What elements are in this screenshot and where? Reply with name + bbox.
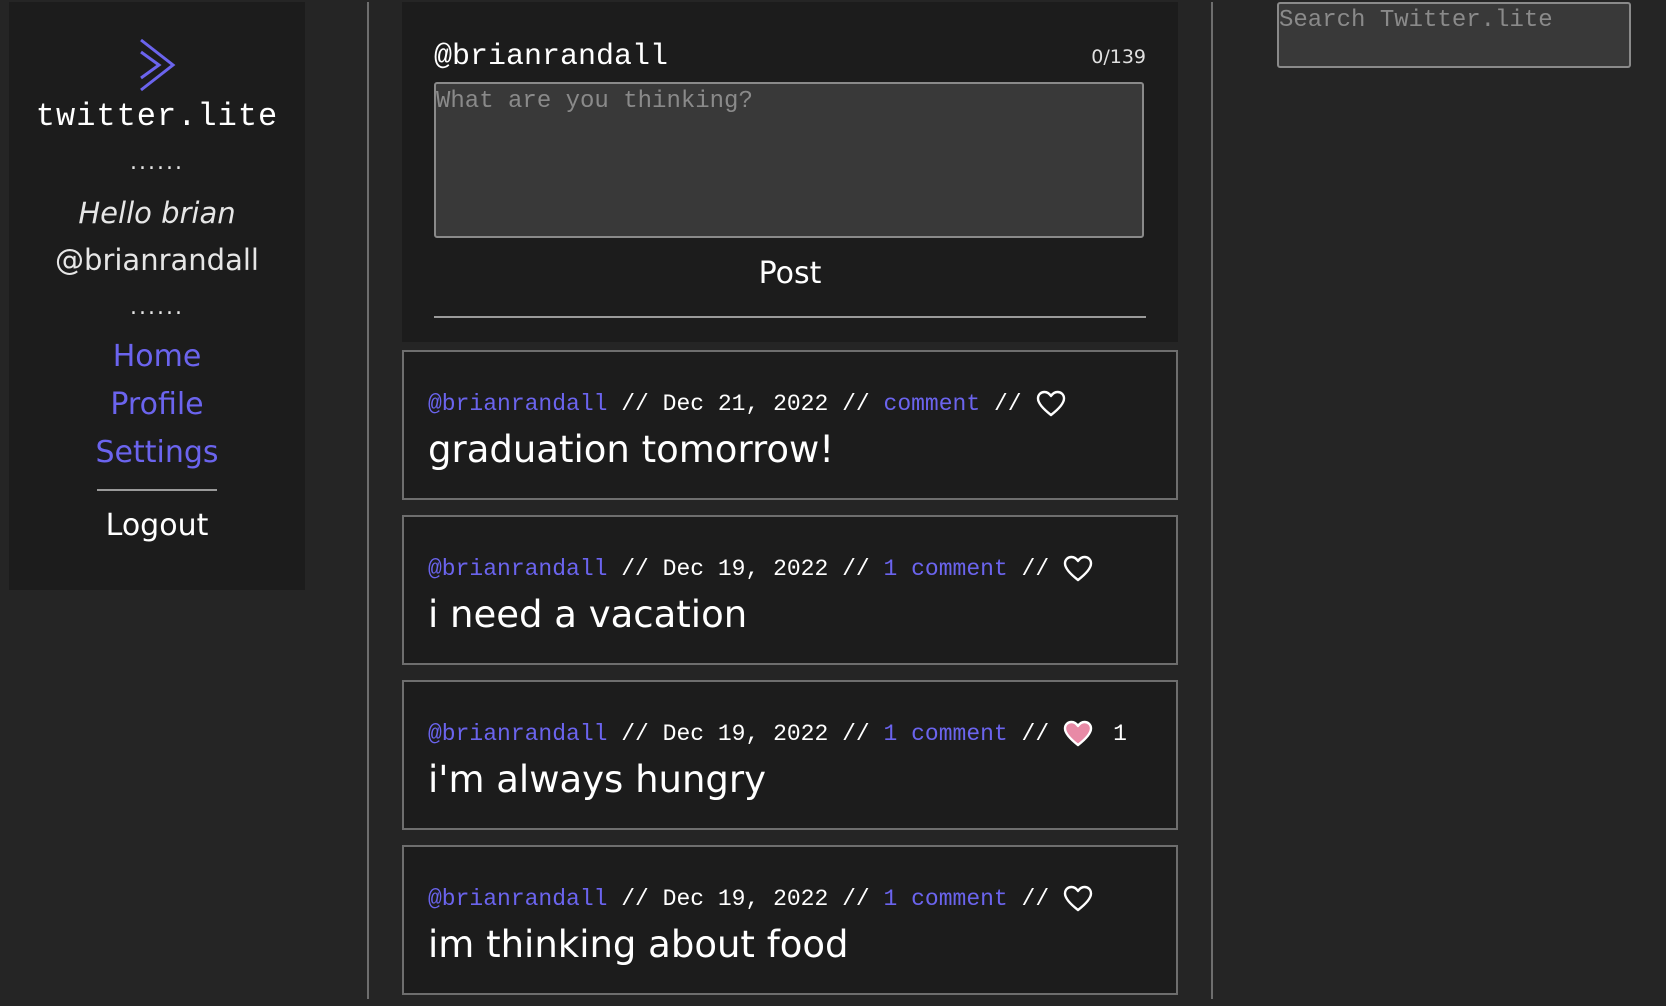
tweet-text: im thinking about food xyxy=(428,923,849,966)
tweet-date: Dec 19, 2022 xyxy=(662,886,829,912)
tweet-text: i need a vacation xyxy=(428,593,748,636)
meta-separator: // xyxy=(828,391,884,417)
post-button[interactable]: Post xyxy=(402,256,1178,291)
meta-separator: // xyxy=(607,886,663,912)
nav-divider xyxy=(97,489,217,491)
feed-left-border xyxy=(367,2,369,999)
tweet-card: @brianrandall // Dec 19, 2022 // 1 comme… xyxy=(402,515,1178,665)
character-counter: 0/139 xyxy=(1091,46,1146,68)
like-count: 1 xyxy=(1113,721,1127,747)
divider-dots: ...... xyxy=(130,295,184,320)
chevron-right-icon[interactable] xyxy=(9,36,305,94)
tweet-date: Dec 21, 2022 xyxy=(662,391,829,417)
tweet-meta: @brianrandall // Dec 19, 2022 // 1 comme… xyxy=(428,885,1093,913)
tweet-meta: @brianrandall // Dec 21, 2022 // comment… xyxy=(428,390,1066,418)
compose-divider xyxy=(434,316,1146,318)
tweet-author-link[interactable]: @brianrandall xyxy=(428,556,607,582)
meta-separator: // xyxy=(1007,721,1050,747)
meta-separator: // xyxy=(828,556,884,582)
sidebar: twitter.lite ...... Hello brian @brianra… xyxy=(9,2,305,590)
tweet-meta: @brianrandall // Dec 19, 2022 // 1 comme… xyxy=(428,720,1127,748)
meta-separator: // xyxy=(1007,556,1050,582)
heart-icon[interactable] xyxy=(1063,885,1093,913)
tweet-card: @brianrandall // Dec 21, 2022 // comment… xyxy=(402,350,1178,500)
meta-separator: // xyxy=(607,391,663,417)
meta-separator: // xyxy=(828,886,884,912)
tweet-card: @brianrandall // Dec 19, 2022 // 1 comme… xyxy=(402,680,1178,830)
comment-link[interactable]: 1 comment xyxy=(884,556,1008,582)
nav-home-link[interactable]: Home xyxy=(9,339,305,374)
tweet-date: Dec 19, 2022 xyxy=(662,556,829,582)
brand-name: twitter.lite xyxy=(35,98,279,135)
search-input[interactable] xyxy=(1277,2,1631,68)
nav-profile-link[interactable]: Profile xyxy=(9,387,305,422)
meta-separator: // xyxy=(828,721,884,747)
tweet-meta: @brianrandall // Dec 19, 2022 // 1 comme… xyxy=(428,555,1093,583)
tweet-text: graduation tomorrow! xyxy=(428,428,835,471)
heart-filled-icon[interactable] xyxy=(1063,720,1093,748)
tweet-author-link[interactable]: @brianrandall xyxy=(428,721,607,747)
comment-link[interactable]: comment xyxy=(884,391,981,417)
compose-box: @brianrandall 0/139 Post xyxy=(402,2,1178,342)
heart-icon[interactable] xyxy=(1036,390,1066,418)
divider-dots: ...... xyxy=(130,150,184,175)
compose-username: @brianrandall xyxy=(434,40,669,74)
meta-separator: // xyxy=(980,391,1022,417)
heart-icon[interactable] xyxy=(1063,555,1093,583)
meta-separator: // xyxy=(607,556,663,582)
compose-input[interactable] xyxy=(434,82,1144,238)
feed-right-border xyxy=(1211,2,1213,999)
tweet-date: Dec 19, 2022 xyxy=(662,721,829,747)
nav-settings-link[interactable]: Settings xyxy=(9,435,305,470)
meta-separator: // xyxy=(607,721,663,747)
tweet-text: i'm always hungry xyxy=(428,758,767,801)
tweet-card: @brianrandall // Dec 19, 2022 // 1 comme… xyxy=(402,845,1178,995)
meta-separator: // xyxy=(1007,886,1050,912)
tweet-author-link[interactable]: @brianrandall xyxy=(428,391,607,417)
comment-link[interactable]: 1 comment xyxy=(884,886,1008,912)
logout-button[interactable]: Logout xyxy=(9,508,305,543)
tweet-author-link[interactable]: @brianrandall xyxy=(428,886,607,912)
greeting: Hello brian xyxy=(78,196,236,230)
user-handle: @brianrandall xyxy=(55,243,259,277)
comment-link[interactable]: 1 comment xyxy=(884,721,1008,747)
